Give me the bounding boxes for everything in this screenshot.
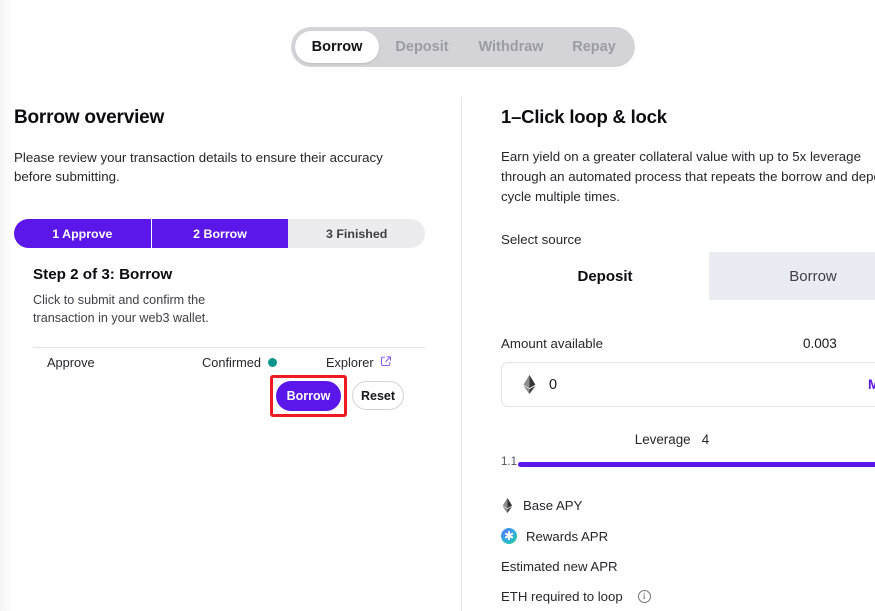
loop-and-lock-panel: 1–Click loop & lock Earn yield on a grea…: [462, 97, 875, 611]
current-step-heading: Step 2 of 3: Borrow: [33, 266, 173, 283]
reset-button[interactable]: Reset: [352, 381, 404, 410]
step-2-borrow[interactable]: 2 Borrow: [150, 219, 289, 248]
select-source-label: Select source: [501, 232, 582, 247]
step-1-approve[interactable]: 1 Approve: [14, 219, 151, 248]
borrow-overview-panel: Borrow overview Please review your trans…: [0, 97, 461, 611]
amount-input[interactable]: [549, 376, 789, 393]
page-title: Borrow overview: [14, 107, 165, 128]
tab-withdraw[interactable]: Withdraw: [465, 31, 557, 63]
step-2-label: 2 Borrow: [193, 226, 247, 241]
metric-row-base-apy: Base APY: [501, 495, 875, 515]
status-confirmed-dot-icon: [268, 358, 278, 367]
source-option-deposit[interactable]: Deposit: [501, 252, 709, 300]
metric-label-rewards-apr: Rewards APR: [526, 528, 609, 544]
source-option-borrow[interactable]: Borrow: [709, 252, 875, 300]
source-option-borrow-label: Borrow: [789, 267, 837, 285]
page-subtitle: Please review your transaction details t…: [14, 150, 383, 184]
tab-deposit-label: Deposit: [395, 39, 449, 55]
source-option-deposit-label: Deposit: [577, 267, 633, 285]
status-state: Confirmed: [202, 355, 278, 370]
step-3-finished[interactable]: 3 Finished: [288, 219, 425, 248]
status-action-name: Approve: [47, 355, 95, 370]
leverage-label: Leverage 4: [462, 432, 875, 447]
status-state-label: Confirmed: [202, 355, 262, 370]
source-selector: Deposit Borrow: [501, 252, 875, 300]
ethereum-icon: [521, 375, 537, 394]
tab-deposit[interactable]: Deposit: [379, 31, 465, 63]
loop-panel-title: 1–Click loop & lock: [501, 106, 667, 127]
leverage-label-text: Leverage: [634, 432, 691, 447]
step-3-label: 3 Finished: [326, 226, 388, 241]
step-1-label: 1 Approve: [52, 226, 113, 241]
metric-row-rewards-apr: ✱ Rewards APR 80: [501, 526, 875, 546]
borrow-button[interactable]: Borrow: [276, 381, 341, 411]
app-root: Borrow Deposit Withdraw Repay Borrow ove…: [0, 0, 875, 611]
external-link-icon: [380, 355, 392, 370]
explorer-link-label: Explorer: [326, 355, 374, 370]
amount-available-value: 0.003: [803, 336, 837, 351]
tab-repay[interactable]: Repay: [557, 31, 631, 63]
rewards-star-icon: ✱: [501, 528, 517, 544]
info-icon[interactable]: i: [637, 589, 651, 603]
tab-repay-label: Repay: [572, 39, 616, 55]
mode-tab-bar: Borrow Deposit Withdraw Repay: [291, 27, 635, 67]
tab-withdraw-label: Withdraw: [478, 39, 544, 55]
amount-available-row: Amount available 0.003: [501, 336, 875, 356]
loop-panel-description: Earn yield on a greater collateral value…: [501, 149, 875, 204]
metric-row-estimated-apr: Estimated new APR: [501, 556, 875, 576]
ethereum-icon: [501, 497, 514, 513]
max-amount-button[interactable]: M: [868, 377, 875, 392]
tab-borrow-label: Borrow: [311, 39, 363, 55]
explorer-link[interactable]: Explorer: [326, 355, 392, 370]
status-divider: [33, 347, 425, 348]
metric-row-eth-required: ETH required to loop i: [501, 586, 875, 606]
current-step-description: Click to submit and confirm the transact…: [33, 293, 209, 325]
metric-label-estimated-apr: Estimated new APR: [501, 558, 618, 574]
transaction-status-row: Approve Confirmed Explorer: [33, 355, 425, 375]
amount-input-container[interactable]: M: [501, 362, 875, 407]
amount-available-label: Amount available: [501, 336, 604, 351]
tab-borrow[interactable]: Borrow: [295, 31, 379, 63]
progress-stepper: 1 Approve 2 Borrow 3 Finished: [14, 219, 425, 248]
metric-label-base-apy: Base APY: [523, 497, 583, 513]
metric-label-eth-required: ETH required to loop: [501, 588, 623, 604]
leverage-min-label: 1.1: [501, 456, 517, 468]
leverage-slider[interactable]: [518, 462, 875, 467]
leverage-value: 4: [701, 432, 710, 447]
